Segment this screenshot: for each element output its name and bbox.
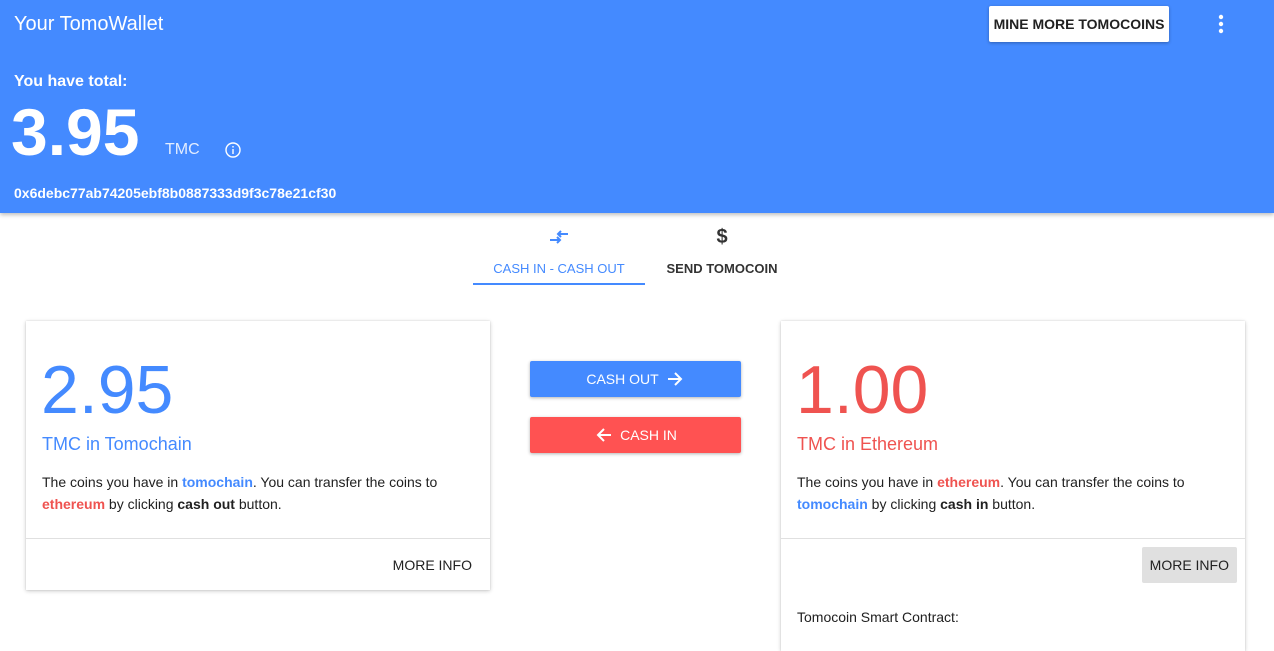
desc-bold: cash out [177,496,235,512]
desc-highlight: tomochain [797,496,868,512]
desc-highlight: tomochain [182,474,253,490]
app-title: Your TomoWallet [14,13,164,35]
desc-text: by clicking [867,496,941,512]
desc-text: . You can transfer the coins to [1000,474,1185,490]
card-subtitle: TMC in Ethereum [797,434,939,454]
desc-text: button. [988,496,1036,512]
divider [781,538,1245,539]
tab-label: CASH IN - CASH OUT [493,261,625,276]
cash-in-button[interactable]: CASH IN [530,417,741,453]
tab-label: SEND TOMOCOIN [666,261,778,276]
desc-text: The coins you have in [42,474,183,490]
desc-highlight: ethereum [42,496,106,512]
tomochain-balance-card: 2.95 TMC in Tomochain The coins you have… [26,321,490,590]
divider [26,538,490,539]
tab-cash-in-cash-out[interactable]: CASH IN - CASH OUT [473,213,645,285]
card-description: The coins you have in tomochain. You can… [42,471,472,515]
info-icon[interactable] [224,141,242,159]
card-subtitle: TMC in Tomochain [42,434,192,454]
arrow-left-icon [594,425,614,445]
desc-text: The coins you have in [797,474,938,490]
total-label: You have total: [14,73,128,90]
ethereum-balance-card: 1.00 TMC in Ethereum The coins you have … [781,321,1245,651]
desc-text: . You can transfer the coins to [252,474,438,490]
app-header: Your TomoWallet MINE MORE TOMOCOINS You … [0,0,1274,213]
more-info-button[interactable]: MORE INFO [385,547,480,583]
dollar-icon: $ [716,225,728,248]
cash-in-label: CASH IN [620,427,677,443]
total-balance: 3.95 [11,95,140,169]
tomochain-balance: 2.95 [41,352,174,428]
swap-arrows-icon [548,225,570,249]
cash-out-label: CASH OUT [586,371,659,387]
tab-bar: CASH IN - CASH OUT $ SEND TOMOCOIN [473,213,803,285]
mine-more-button[interactable]: MINE MORE TOMOCOINS [989,6,1169,42]
more-info-button[interactable]: MORE INFO [1141,547,1237,583]
desc-bold: cash in [940,496,989,512]
total-unit: TMC [165,141,200,158]
desc-text: button. [234,496,282,512]
ethereum-balance: 1.00 [796,352,929,428]
more-vert-icon[interactable] [1208,10,1234,38]
card-description: The coins you have in ethereum. You can … [797,471,1227,515]
wallet-address: 0x6debc77ab74205ebf8b0887333d9f3c78e21cf… [14,185,337,201]
arrow-right-icon [665,369,685,389]
tab-send-tomocoin[interactable]: $ SEND TOMOCOIN [645,213,799,285]
cash-out-button[interactable]: CASH OUT [530,361,741,397]
desc-text: by clicking [105,496,178,512]
desc-highlight: ethereum [937,474,1001,490]
